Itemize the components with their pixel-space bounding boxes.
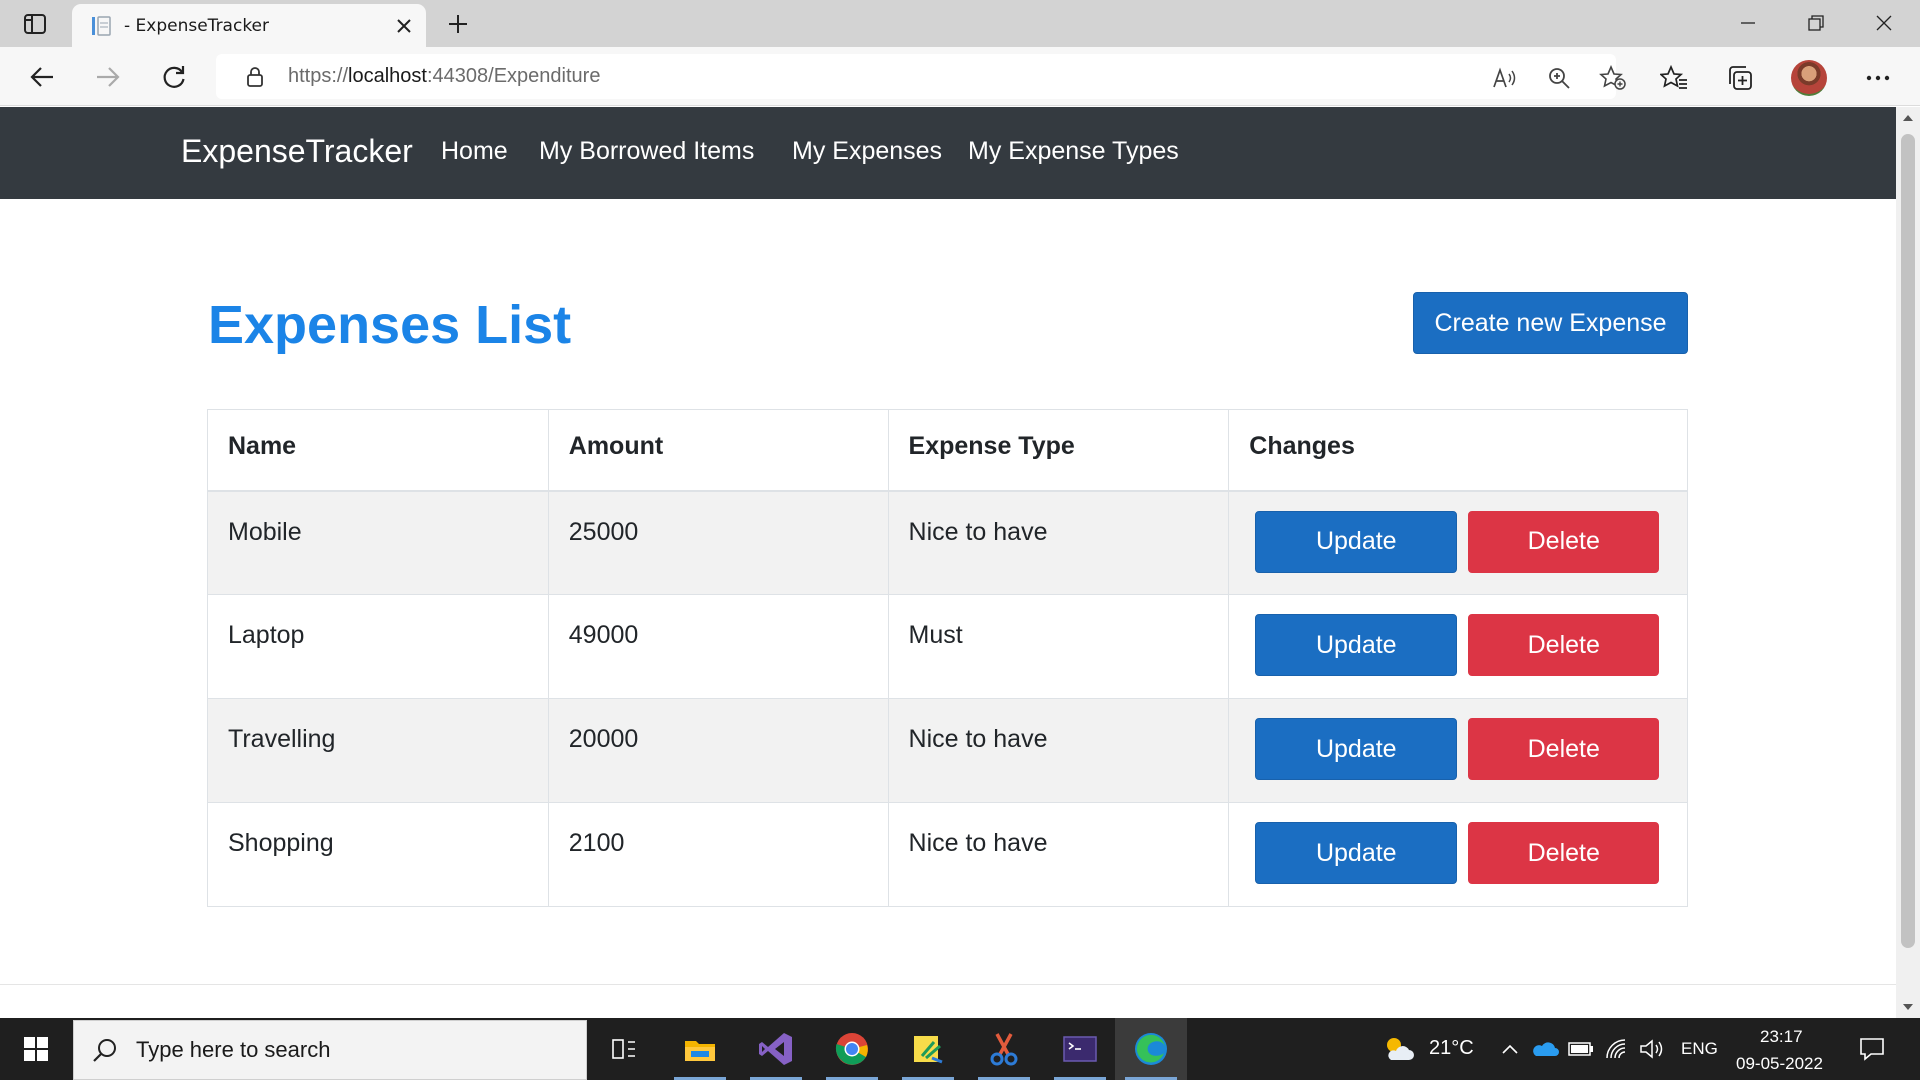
page-scrollbar[interactable] — [1896, 107, 1920, 1018]
cell-amount: 49000 — [547, 594, 889, 699]
column-header-expense-type: Expense Type — [887, 409, 1230, 492]
nav-my-borrowed-items[interactable]: My Borrowed Items — [539, 137, 754, 166]
zoom-icon[interactable] — [1542, 61, 1576, 95]
cell-expense-type: Nice to have — [887, 698, 1230, 803]
cell-expense-type: Nice to have — [887, 490, 1230, 595]
table-header-row: Name Amount Expense Type Changes — [207, 409, 1688, 492]
table-row: Laptop 49000 Must Update Delete — [207, 594, 1688, 699]
app-navbar: ExpenseTracker Home My Borrowed Items My… — [0, 107, 1896, 199]
cell-amount: 25000 — [547, 490, 889, 595]
nav-my-expense-types[interactable]: My Expense Types — [968, 137, 1179, 166]
task-view-icon[interactable] — [588, 1018, 660, 1080]
search-icon — [90, 1035, 120, 1065]
file-explorer-icon[interactable] — [664, 1018, 736, 1080]
web-page: ExpenseTracker Home My Borrowed Items My… — [0, 107, 1896, 1018]
windows-taskbar: Type here to search 21°C ENG 23:17 09-05… — [0, 1018, 1920, 1080]
tab-strip: - ExpenseTracker — [0, 0, 1920, 47]
delete-button[interactable]: Delete — [1468, 822, 1660, 884]
restore-icon[interactable] — [1782, 0, 1850, 46]
battery-icon[interactable] — [1566, 1034, 1596, 1064]
sticky-notes-icon[interactable] — [892, 1018, 964, 1080]
collections-icon[interactable] — [1722, 60, 1758, 96]
wifi-icon[interactable] — [1602, 1034, 1632, 1064]
cell-amount: 2100 — [547, 802, 889, 907]
show-hidden-icons-icon[interactable] — [1495, 1034, 1525, 1064]
nav-my-expenses[interactable]: My Expenses — [792, 137, 942, 166]
scroll-up-icon[interactable] — [1896, 107, 1920, 129]
update-button[interactable]: Update — [1255, 822, 1458, 884]
browser-toolbar: https://localhost:44308/Expenditure — [0, 47, 1920, 106]
column-header-name: Name — [207, 409, 549, 492]
clock-time[interactable]: 23:17 — [1760, 1027, 1803, 1047]
cell-expense-type: Nice to have — [887, 802, 1230, 907]
lock-icon[interactable] — [242, 64, 268, 90]
column-header-changes: Changes — [1228, 409, 1688, 492]
cell-name: Mobile — [207, 490, 549, 595]
table-row: Mobile 25000 Nice to have Update Delete — [207, 490, 1688, 595]
delete-button[interactable]: Delete — [1468, 510, 1660, 573]
refresh-icon[interactable] — [154, 57, 194, 97]
cell-name: Laptop — [207, 594, 549, 699]
create-new-expense-button[interactable]: Create new Expense — [1413, 292, 1688, 354]
update-button[interactable]: Update — [1255, 718, 1458, 780]
weather-icon[interactable] — [1381, 1034, 1415, 1064]
read-aloud-icon[interactable] — [1488, 61, 1522, 95]
terminal-icon[interactable] — [1044, 1018, 1116, 1080]
taskbar-search-box[interactable]: Type here to search — [73, 1020, 587, 1080]
cell-changes: Update Delete — [1228, 698, 1688, 803]
input-language[interactable]: ENG — [1681, 1039, 1718, 1059]
notifications-icon[interactable] — [1855, 1034, 1889, 1064]
update-button[interactable]: Update — [1255, 614, 1458, 676]
cell-expense-type: Must — [887, 594, 1230, 699]
favorites-icon[interactable] — [1656, 60, 1692, 96]
close-window-icon[interactable] — [1850, 0, 1918, 46]
new-tab-icon[interactable] — [440, 6, 476, 42]
scroll-down-icon[interactable] — [1896, 996, 1920, 1018]
tab-title: - ExpenseTracker — [124, 15, 270, 36]
table-row: Shopping 2100 Nice to have Update Delete — [207, 802, 1688, 907]
forward-icon[interactable] — [88, 57, 128, 97]
page-title: Expenses List — [208, 295, 572, 355]
minimize-icon[interactable] — [1714, 0, 1782, 46]
browser-tab[interactable]: - ExpenseTracker — [72, 4, 426, 47]
back-icon[interactable] — [22, 57, 62, 97]
cell-name: Shopping — [207, 802, 549, 907]
nav-home[interactable]: Home — [441, 137, 508, 166]
page-favicon-icon — [88, 14, 114, 38]
cell-name: Travelling — [207, 698, 549, 803]
brand-link[interactable]: ExpenseTracker — [181, 133, 413, 170]
clock-date[interactable]: 09-05-2022 — [1736, 1054, 1823, 1074]
edge-icon[interactable] — [1115, 1018, 1187, 1080]
more-options-icon[interactable] — [1860, 60, 1896, 96]
delete-button[interactable]: Delete — [1468, 614, 1660, 676]
cell-changes: Update Delete — [1228, 802, 1688, 907]
snipping-tool-icon[interactable] — [968, 1018, 1040, 1080]
profile-avatar[interactable] — [1791, 60, 1827, 96]
address-bar[interactable]: https://localhost:44308/Expenditure — [216, 54, 1626, 99]
temperature-text[interactable]: 21°C — [1429, 1037, 1474, 1060]
onedrive-icon[interactable] — [1530, 1034, 1560, 1064]
visual-studio-icon[interactable] — [740, 1018, 812, 1080]
tab-actions-icon[interactable] — [14, 10, 56, 38]
chrome-icon[interactable] — [816, 1018, 888, 1080]
footer-divider — [0, 984, 1896, 985]
column-header-amount: Amount — [547, 409, 889, 492]
volume-icon[interactable] — [1637, 1034, 1667, 1064]
cell-changes: Update Delete — [1228, 490, 1688, 595]
scroll-thumb[interactable] — [1901, 134, 1915, 948]
windows-start-icon[interactable] — [0, 1018, 72, 1080]
add-favorite-icon[interactable] — [1596, 61, 1630, 95]
url-text: https://localhost:44308/Expenditure — [288, 65, 601, 87]
delete-button[interactable]: Delete — [1468, 718, 1660, 780]
expenses-table: Name Amount Expense Type Changes Mobile … — [207, 409, 1688, 907]
search-placeholder: Type here to search — [136, 1037, 331, 1062]
close-tab-icon[interactable] — [386, 8, 422, 44]
table-row: Travelling 20000 Nice to have Update Dele… — [207, 698, 1688, 803]
cell-changes: Update Delete — [1228, 594, 1688, 699]
cell-amount: 20000 — [547, 698, 889, 803]
update-button[interactable]: Update — [1255, 510, 1458, 573]
